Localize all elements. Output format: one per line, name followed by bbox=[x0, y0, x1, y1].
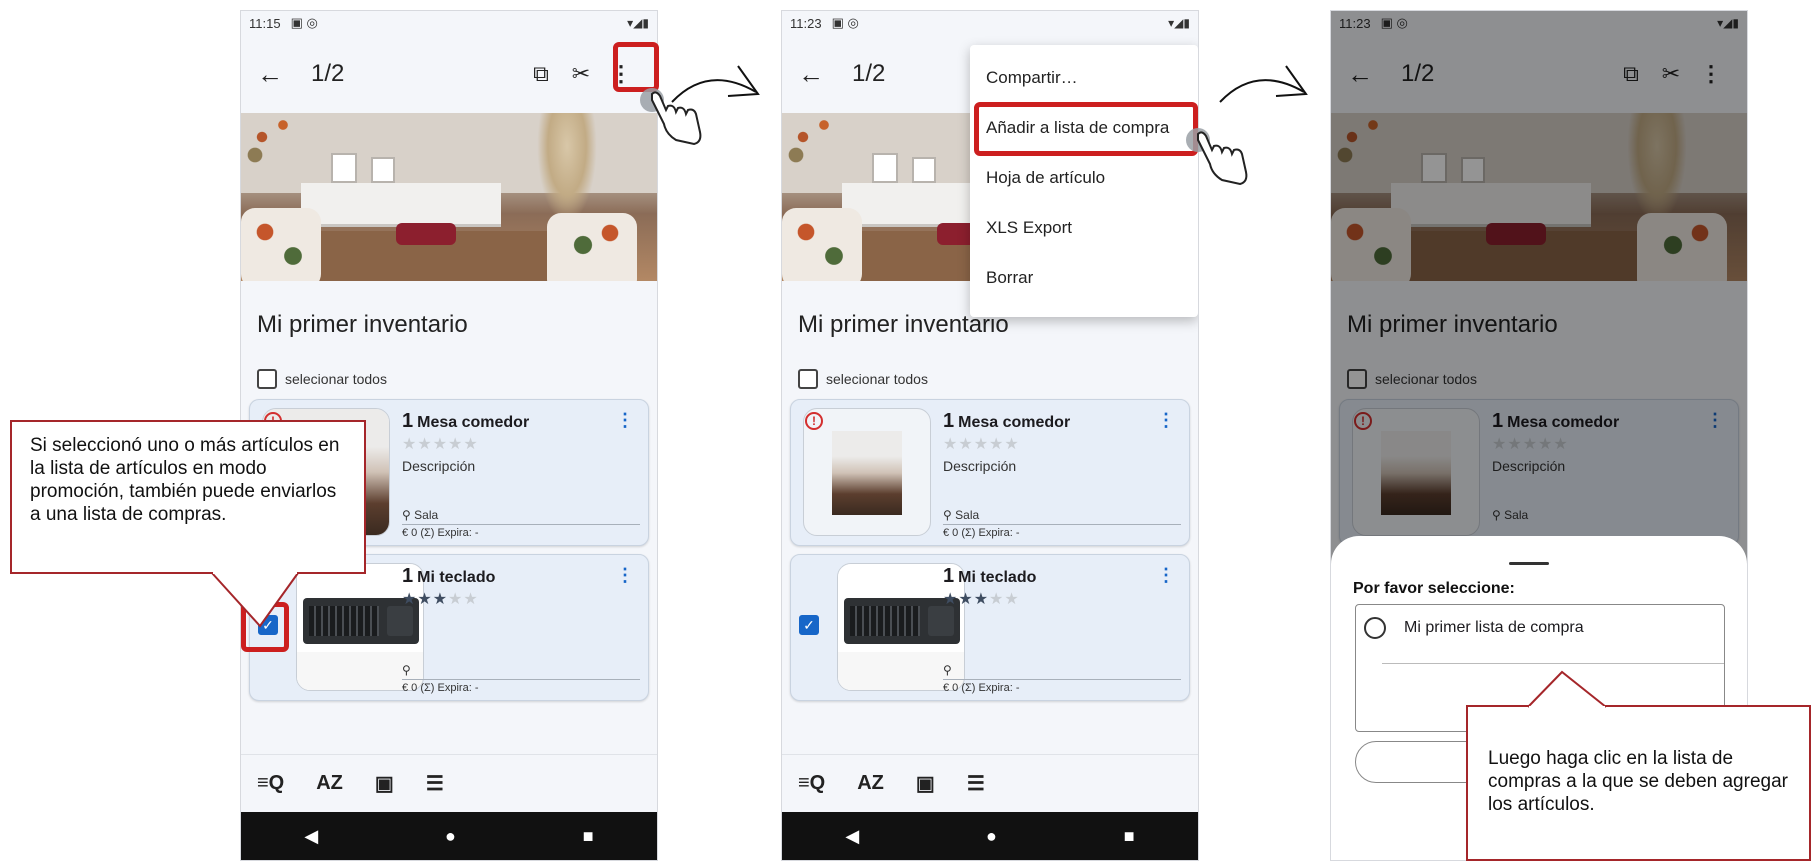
copy-icon[interactable]: ⧉ bbox=[521, 54, 561, 94]
rating-stars: ★★★★★ bbox=[943, 591, 1020, 608]
grid-view-icon[interactable]: ▣ bbox=[916, 771, 935, 796]
highlight-add-to-shopping-list bbox=[974, 102, 1198, 156]
item-name: Mesa comedor bbox=[958, 414, 1071, 431]
item-card[interactable]: ! 1Mesa comedor ★★★★★ Descripción ⚲ Sala… bbox=[790, 399, 1190, 546]
instruction-callout-right: Luego haga clic en la lista de compras a… bbox=[1466, 705, 1811, 861]
sort-az-icon[interactable]: AZ bbox=[857, 772, 884, 795]
menu-item-item-sheet[interactable]: Hoja de artículo bbox=[970, 153, 1198, 203]
bottom-toolbar: ≡Q AZ ▣ ☰ bbox=[241, 754, 657, 812]
system-nav-bar: ◀ ● ■ bbox=[782, 812, 1198, 860]
status-time: 11:23 bbox=[790, 15, 822, 31]
inventory-cover-photo bbox=[241, 113, 657, 281]
nav-back-icon[interactable]: ◀ bbox=[845, 826, 859, 847]
item-name: Mi teclado bbox=[958, 569, 1037, 586]
overflow-menu: Compartir… Añadir a lista de compra Hoja… bbox=[970, 45, 1198, 317]
signal-battery-icon: ▾◢▮ bbox=[1168, 16, 1190, 30]
item-more-icon[interactable]: ⋮ bbox=[1157, 410, 1175, 431]
item-list: ! 1Mesa comedor ★★★★★ Descripción ⚲ Sala… bbox=[782, 399, 1198, 701]
rating-stars: ★★★★★ bbox=[943, 436, 1020, 453]
nav-recent-icon[interactable]: ■ bbox=[1124, 826, 1135, 847]
item-location: Sala bbox=[955, 508, 980, 522]
cut-icon[interactable]: ✂ bbox=[561, 54, 601, 94]
item-quantity: 1 bbox=[402, 410, 414, 432]
select-all-label: selecionar todos bbox=[285, 371, 387, 387]
location-pin-icon: ⚲ bbox=[402, 508, 411, 522]
inventory-title: Mi primer inventario bbox=[257, 311, 468, 338]
alert-icon: ! bbox=[805, 412, 823, 430]
list-view-icon[interactable]: ☰ bbox=[426, 771, 444, 796]
status-time: 11:15 bbox=[249, 15, 281, 31]
nav-recent-icon[interactable]: ■ bbox=[583, 826, 594, 847]
system-nav-bar: ◀ ● ■ bbox=[241, 812, 657, 860]
menu-item-delete[interactable]: Borrar bbox=[970, 253, 1198, 303]
grid-view-icon[interactable]: ▣ bbox=[375, 771, 394, 796]
rating-stars: ★★★★★ bbox=[402, 436, 479, 453]
item-location: Sala bbox=[414, 508, 439, 522]
item-quantity: 1 bbox=[943, 565, 955, 587]
item-meta: € 0 (Σ) Expira: - bbox=[402, 527, 479, 539]
location-pin-icon: ⚲ bbox=[943, 508, 952, 522]
rating-stars: ★★★★★ bbox=[402, 591, 479, 608]
item-more-icon[interactable]: ⋮ bbox=[1157, 565, 1175, 586]
step-arrow-icon bbox=[671, 65, 760, 103]
page-counter: 1/2 bbox=[311, 60, 345, 87]
nav-back-icon[interactable]: ◀ bbox=[304, 826, 318, 847]
nav-home-icon[interactable]: ● bbox=[445, 826, 456, 847]
item-quantity: 1 bbox=[402, 565, 414, 587]
back-arrow-icon[interactable]: ← bbox=[798, 59, 838, 90]
tutorial-canvas: 11:15 ▣ ◎ ▾◢▮ ← 1/2 ⧉ ✂ ⋮ Mi primer inven… bbox=[0, 0, 1811, 861]
filter-search-icon[interactable]: ≡Q bbox=[798, 772, 825, 795]
location-pin-icon: ⚲ bbox=[402, 663, 411, 677]
item-more-icon[interactable]: ⋮ bbox=[616, 410, 634, 431]
item-meta: € 0 (Σ) Expira: - bbox=[943, 682, 1020, 694]
item-name: Mesa comedor bbox=[417, 414, 530, 431]
item-meta: € 0 (Σ) Expira: - bbox=[402, 682, 479, 694]
item-description: Descripción bbox=[402, 458, 476, 474]
item-description: Descripción bbox=[943, 458, 1017, 474]
callout-pointer bbox=[1527, 670, 1607, 708]
item-card[interactable]: ✓ 1 Mi teclado ★★★★★ ⚲ € 0 (Σ) Expira: - … bbox=[249, 554, 649, 701]
tap-hand-icon bbox=[1186, 128, 1248, 186]
menu-item-xls-export[interactable]: XLS Export bbox=[970, 203, 1198, 253]
item-card[interactable]: ✓ 1 Mi teclado ★★★★★ ⚲ € 0 (Σ) Expira: - … bbox=[790, 554, 1190, 701]
nav-home-icon[interactable]: ● bbox=[986, 826, 997, 847]
location-pin-icon: ⚲ bbox=[943, 663, 952, 677]
instruction-callout-left: Si seleccionó uno o más artículos en la … bbox=[10, 420, 366, 574]
select-all-checkbox[interactable] bbox=[798, 369, 818, 389]
select-all-row[interactable]: selecionar todos bbox=[782, 359, 1198, 399]
callout-pointer bbox=[211, 572, 299, 628]
menu-item-share[interactable]: Compartir… bbox=[970, 53, 1198, 103]
item-name: Mi teclado bbox=[417, 569, 496, 586]
sort-az-icon[interactable]: AZ bbox=[316, 772, 343, 795]
back-arrow-icon[interactable]: ← bbox=[257, 59, 297, 90]
sheet-prompt: Por favor seleccione: bbox=[1353, 580, 1515, 597]
select-all-label: selecionar todos bbox=[826, 371, 928, 387]
status-bar: 11:15 ▣ ◎ ▾◢▮ bbox=[241, 11, 657, 35]
list-view-icon[interactable]: ☰ bbox=[967, 771, 985, 796]
drag-handle[interactable] bbox=[1509, 562, 1549, 565]
item-meta: € 0 (Σ) Expira: - bbox=[943, 527, 1020, 539]
notification-icon: ▣ ◎ bbox=[831, 15, 859, 30]
filter-search-icon[interactable]: ≡Q bbox=[257, 772, 284, 795]
item-checkbox[interactable]: ✓ bbox=[799, 615, 819, 635]
item-more-icon[interactable]: ⋮ bbox=[616, 565, 634, 586]
item-thumbnail bbox=[803, 408, 931, 536]
bottom-toolbar: ≡Q AZ ▣ ☰ bbox=[782, 754, 1198, 812]
signal-battery-icon: ▾◢▮ bbox=[627, 16, 649, 30]
item-quantity: 1 bbox=[943, 410, 955, 432]
step-arrow-icon bbox=[1219, 65, 1308, 103]
notification-icon: ▣ ◎ bbox=[290, 15, 318, 30]
shopping-list-option[interactable]: Mi primer lista de compra bbox=[1364, 617, 1584, 639]
select-all-checkbox[interactable] bbox=[257, 369, 277, 389]
radio-button[interactable] bbox=[1364, 617, 1386, 639]
app-bar: ← 1/2 ⧉ ✂ ⋮ bbox=[241, 35, 657, 113]
select-all-row[interactable]: selecionar todos bbox=[241, 359, 657, 399]
status-bar: 11:23 ▣ ◎ ▾◢▮ bbox=[782, 11, 1198, 35]
shopping-list-name: Mi primer lista de compra bbox=[1404, 619, 1584, 636]
